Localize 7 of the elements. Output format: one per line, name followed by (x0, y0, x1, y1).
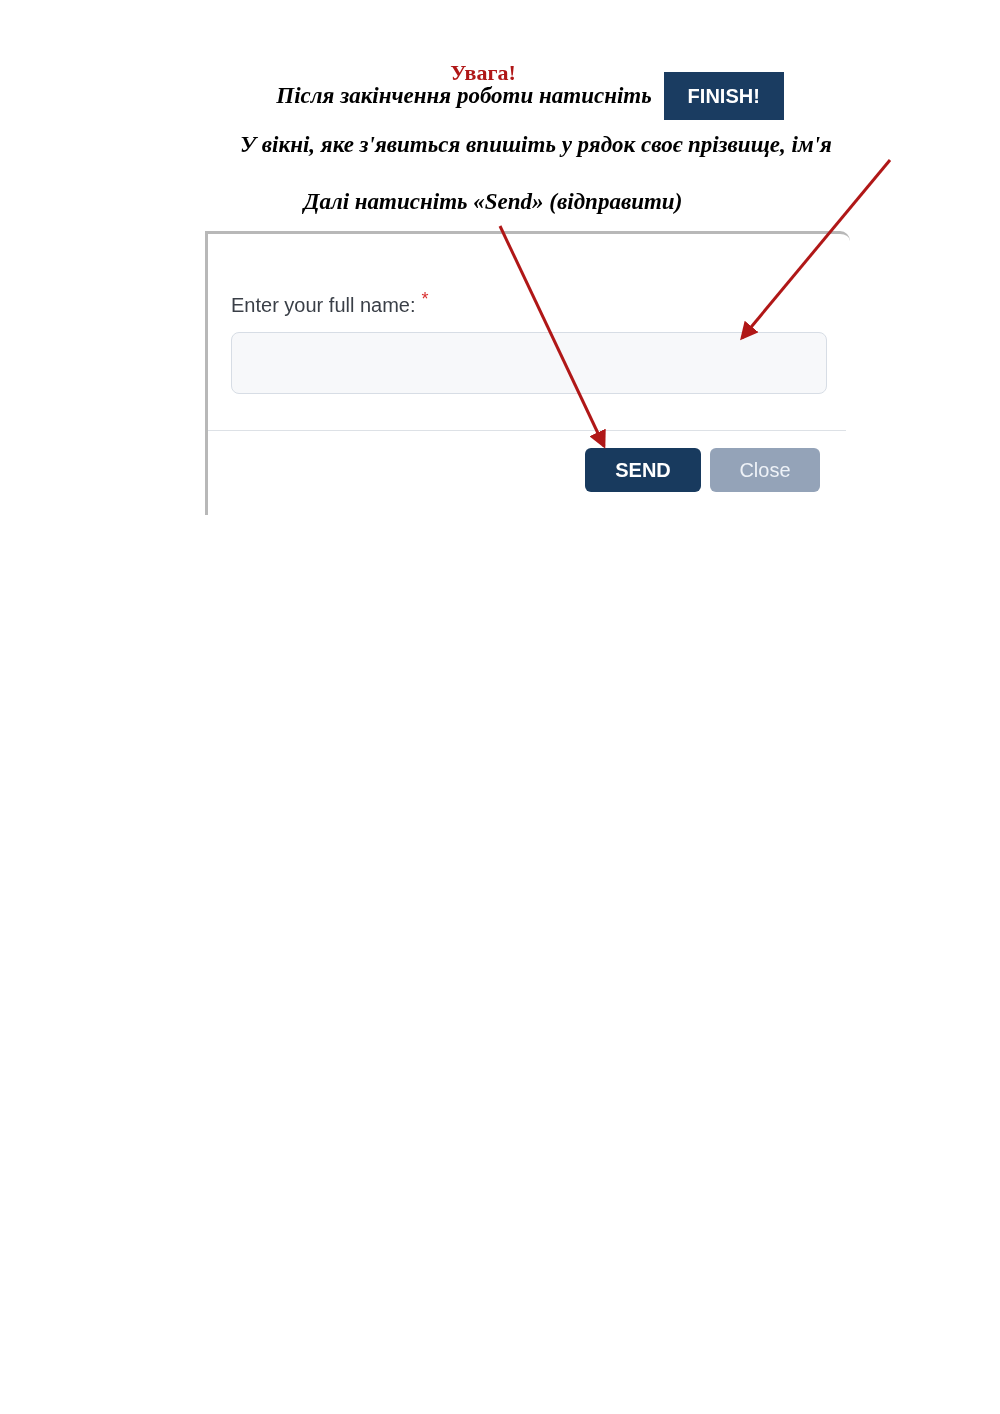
instruction-text: Далі натисніть «Send» (відправити) (303, 187, 683, 216)
finish-button[interactable]: FINISH! (663, 72, 784, 120)
name-input-field[interactable] (231, 332, 827, 394)
required-mark: * (421, 290, 429, 308)
instruction-text: У вікні, яке з'явиться впишіть у рядок своє прізвище, ім'я (240, 131, 832, 159)
field-label: Enter your full name: (231, 293, 416, 318)
send-button[interactable]: SEND (585, 448, 701, 492)
